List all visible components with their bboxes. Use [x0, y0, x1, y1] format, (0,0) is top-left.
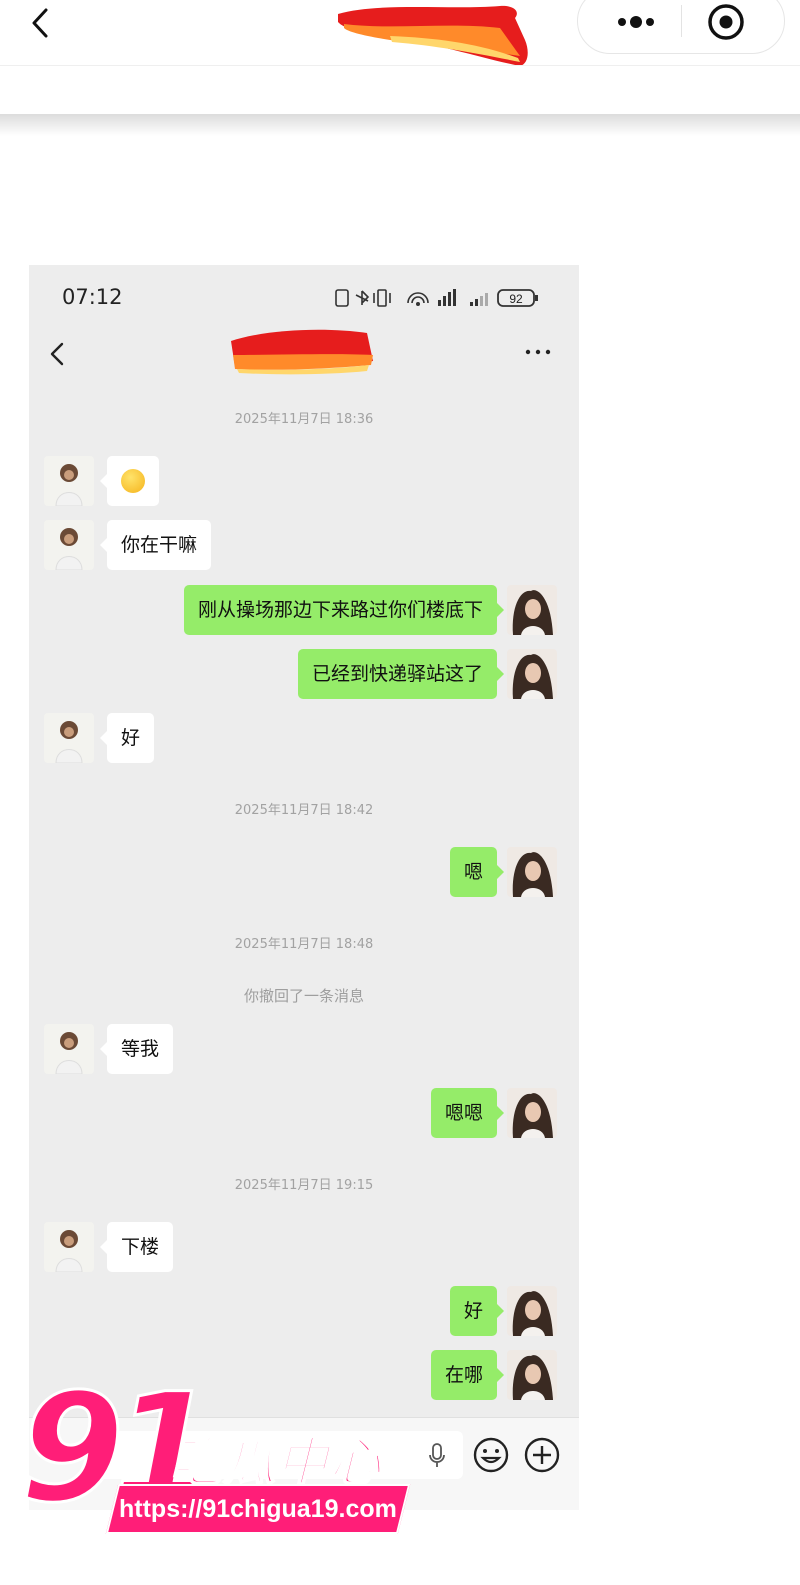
message-bubble-sent[interactable]: 嗯嗯 — [430, 1088, 505, 1138]
redacted-title-scribble — [338, 5, 528, 67]
blush-emoji-icon — [121, 468, 145, 493]
message-bubble-sent[interactable]: 刚从操场那边下来路过你们楼底下 — [183, 585, 505, 635]
avatar-contact[interactable] — [44, 456, 94, 506]
avatar-self[interactable] — [507, 1088, 557, 1138]
timestamp: 2025年11月7日 18:36 — [234, 412, 374, 427]
avatar-self[interactable] — [507, 1350, 557, 1400]
message-bubble-sent[interactable]: 好 — [449, 1286, 505, 1336]
avatar-contact[interactable] — [44, 713, 94, 763]
avatar-contact[interactable] — [44, 520, 94, 570]
chat-screenshot: 07:12 92 2025年11月7日 18:36 你在干嘛 刚从操场那边下来路… — [29, 265, 579, 1510]
outer-shadow — [0, 114, 800, 136]
watermark-url: https://91chigua19.com — [105, 1484, 411, 1534]
message-bubble-received[interactable]: 等我 — [99, 1024, 174, 1074]
capsule-divider — [681, 5, 682, 37]
avatar-self[interactable] — [507, 585, 557, 635]
recall-notice: 你撤回了一条消息 — [243, 987, 364, 1005]
plus-circle-icon[interactable] — [523, 1436, 561, 1474]
message-bubble-received[interactable]: 好 — [99, 713, 155, 763]
message-list: 2025年11月7日 18:36 你在干嘛 刚从操场那边下来路过你们楼底下 已经… — [29, 265, 579, 1425]
message-bubble-received[interactable]: 你在干嘛 — [99, 520, 212, 570]
more-dots-icon[interactable] — [594, 0, 674, 51]
back-chevron-icon[interactable] — [24, 2, 60, 42]
outer-top-bar — [0, 0, 800, 67]
outer-sub-bar — [0, 65, 800, 116]
avatar-contact[interactable] — [44, 1222, 94, 1272]
close-target-icon[interactable] — [696, 0, 776, 51]
message-bubble-received[interactable]: 下楼 — [99, 1222, 174, 1272]
message-bubble-sent[interactable]: 已经到快递驿站这了 — [297, 649, 505, 699]
avatar-self[interactable] — [507, 847, 557, 897]
timestamp: 2025年11月7日 19:15 — [234, 1178, 374, 1193]
message-bubble-received[interactable] — [100, 456, 159, 506]
message-bubble-sent[interactable]: 在哪 — [430, 1350, 505, 1400]
avatar-contact[interactable] — [44, 1024, 94, 1074]
microphone-icon[interactable] — [427, 1442, 447, 1470]
avatar-self[interactable] — [507, 1286, 557, 1336]
avatar-self[interactable] — [507, 649, 557, 699]
capsule-menu — [577, 0, 785, 54]
watermark-url-text: https://91chigua19.com — [119, 1495, 397, 1523]
timestamp: 2025年11月7日 18:48 — [234, 937, 374, 952]
message-bubble-sent[interactable]: 嗯 — [449, 847, 505, 897]
smiley-icon[interactable] — [472, 1436, 510, 1474]
timestamp: 2025年11月7日 18:42 — [234, 803, 374, 818]
site-watermark: 91 吃瓜中心 https://91chigua19.com — [19, 1373, 430, 1570]
